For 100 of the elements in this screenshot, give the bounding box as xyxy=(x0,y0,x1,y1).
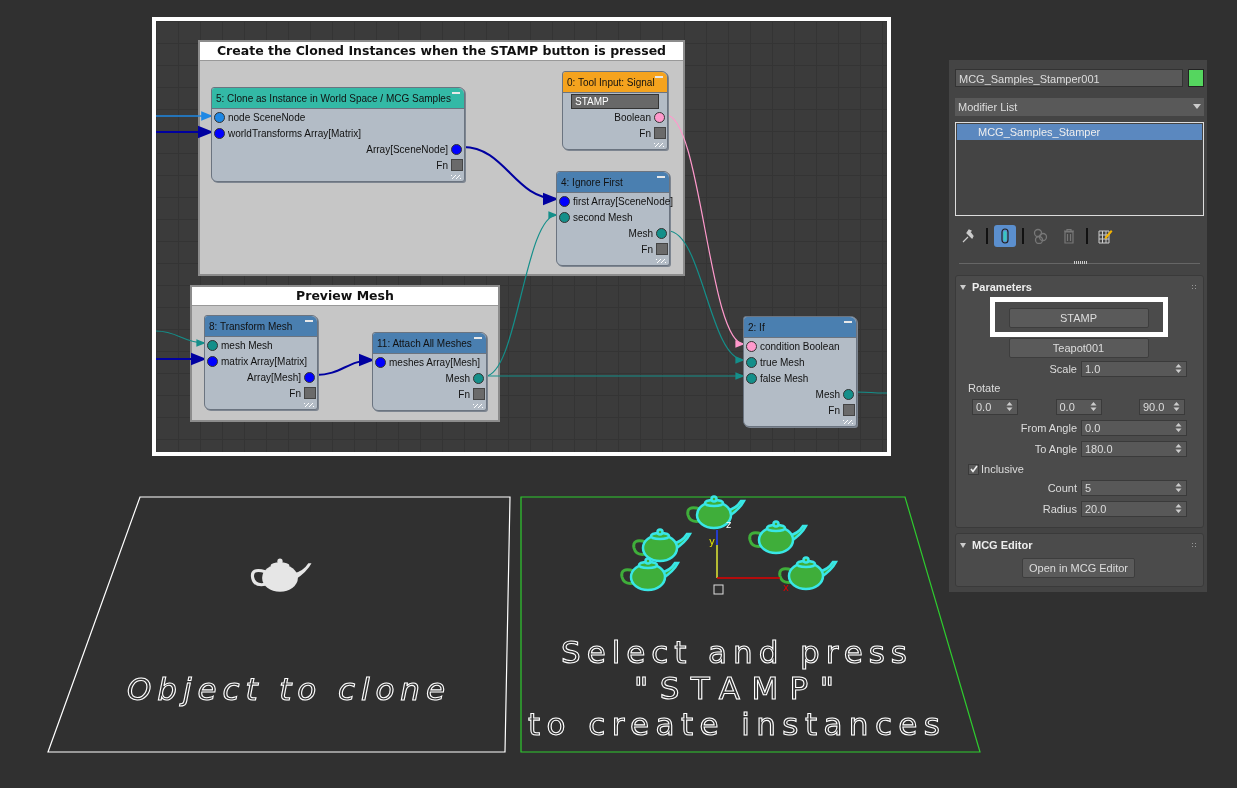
spinner-arrows-icon[interactable] xyxy=(1175,482,1182,493)
spinner-value: 0.0 xyxy=(1059,400,1075,413)
resize-grip-icon[interactable] xyxy=(304,403,314,407)
spinner-field[interactable]: 20.0 xyxy=(1081,500,1187,517)
output-port[interactable] xyxy=(451,143,462,155)
spinner-arrows-icon[interactable] xyxy=(1173,401,1180,412)
rollout-title[interactable]: MCG Editor xyxy=(972,539,1033,551)
port-label: Mesh xyxy=(815,388,840,400)
spinner-field[interactable]: 0.0 xyxy=(1081,419,1187,436)
caret-icon xyxy=(1193,104,1201,110)
graph-node[interactable]: 5: Clone as Instance in World Space / MCG Samples node SceneNode worldTransforms Array[Matrix] Array[SceneNode] Fn xyxy=(211,87,465,182)
graph-node[interactable]: 2: If condition Boolean true Mesh false Mesh Mesh Fn xyxy=(743,316,857,427)
port-label: Fn xyxy=(289,387,301,399)
expand-triangle-icon[interactable] xyxy=(960,542,966,548)
object-picker-button[interactable]: Teapot001 xyxy=(1008,338,1149,358)
spinner-value: 1.0 xyxy=(1085,362,1101,375)
port-label: meshes Array[Mesh] xyxy=(389,356,481,368)
show-end-result-button[interactable] xyxy=(994,225,1016,247)
port-label: true Mesh xyxy=(760,356,805,368)
input-port[interactable] xyxy=(214,111,225,123)
spinner-label: Radius xyxy=(1042,502,1077,515)
spinner-value: 0.0 xyxy=(1085,421,1101,434)
splitter-grip-icon[interactable] xyxy=(1074,261,1088,264)
action-button[interactable]: STAMP xyxy=(1008,308,1149,328)
port-label: condition Boolean xyxy=(760,340,840,352)
spinner-arrows-icon[interactable] xyxy=(1175,422,1182,433)
graph-node[interactable]: 11: Attach All Meshes meshes Array[Mesh] Mesh Fn xyxy=(372,332,487,411)
input-port[interactable] xyxy=(559,195,570,207)
resize-grip-icon[interactable] xyxy=(656,259,666,263)
rollout-title[interactable]: Parameters xyxy=(972,281,1032,293)
node-title: 8: Transform Mesh xyxy=(209,320,293,332)
port-label: Fn xyxy=(458,388,470,400)
node-title: 5: Clone as Instance in World Space / MCG Samples xyxy=(216,92,451,104)
viewport-caption: Object to clone xyxy=(127,671,445,707)
output-port[interactable] xyxy=(843,388,854,400)
output-port[interactable] xyxy=(304,371,315,383)
graph-node[interactable]: 0: Tool Input: Signal STAMP Boolean Fn xyxy=(562,71,668,150)
spinner-value: 20.0 xyxy=(1085,502,1107,515)
output-port[interactable] xyxy=(654,111,665,123)
teapot-drawing[interactable] xyxy=(250,558,312,592)
input-port[interactable] xyxy=(746,340,757,352)
graph-node[interactable]: 8: Transform Mesh mesh Mesh matrix Array[Matrix] Array[Mesh] Fn xyxy=(204,315,318,410)
spinner-arrows-icon[interactable] xyxy=(1175,363,1182,374)
node-title: 0: Tool Input: Signal xyxy=(567,76,655,88)
spinner-arrows-icon[interactable] xyxy=(1006,401,1013,412)
viewport-caption: to create instances xyxy=(528,706,940,742)
port-label: Mesh xyxy=(628,227,653,239)
modifier-item[interactable]: MCG_Samples_Stamper xyxy=(957,124,1202,140)
section-label: Rotate xyxy=(967,381,1002,396)
circles-icon xyxy=(1033,228,1049,244)
axis-gizmo-icon[interactable] xyxy=(713,529,781,595)
input-port[interactable] xyxy=(746,372,757,384)
connection-wire xyxy=(156,352,207,366)
port-label: Array[Mesh] xyxy=(247,371,301,383)
connection-wire xyxy=(156,111,214,121)
spinner-field[interactable]: 180.0 xyxy=(1081,440,1187,457)
input-port[interactable] xyxy=(559,211,570,223)
spinner-field[interactable]: 0.0 xyxy=(1055,398,1102,415)
signal-field[interactable]: STAMP xyxy=(571,94,659,109)
spinner-label: Scale xyxy=(1049,362,1077,375)
node-title: 4: Ignore First xyxy=(561,176,623,188)
checkbox-label: Inclusive xyxy=(981,463,1024,475)
port-label: Fn xyxy=(436,159,448,171)
output-port[interactable] xyxy=(656,227,667,239)
spinner-value: 90.0 xyxy=(1143,400,1165,413)
node-graph-canvas[interactable] xyxy=(152,17,891,456)
resize-grip-icon[interactable] xyxy=(843,420,853,424)
group-title: Preview Mesh xyxy=(192,287,498,306)
spinner-label: Count xyxy=(1047,481,1077,494)
output-port[interactable] xyxy=(473,372,484,384)
input-port[interactable] xyxy=(214,127,225,139)
grid-pencil-icon xyxy=(1097,228,1113,244)
resize-grip-icon[interactable] xyxy=(473,404,483,408)
object-name-field[interactable]: MCG_Samples_Stamper001 xyxy=(955,69,1183,87)
expand-triangle-icon[interactable] xyxy=(960,284,966,290)
viewport-caption: "STAMP" xyxy=(634,670,834,706)
axis-label: y xyxy=(709,536,715,547)
input-port[interactable] xyxy=(207,339,218,351)
spinner-arrows-icon[interactable] xyxy=(1175,503,1182,514)
modifier-list-dropdown[interactable]: Modifier List xyxy=(955,98,1204,116)
spinner-arrows-icon[interactable] xyxy=(1175,443,1182,454)
port-label: Fn xyxy=(828,404,840,416)
port-label: matrix Array[Matrix] xyxy=(221,355,308,367)
action-button[interactable]: Open in MCG Editor xyxy=(1021,558,1135,578)
input-port[interactable] xyxy=(207,355,218,367)
resize-grip-icon[interactable] xyxy=(451,175,461,179)
trash-icon xyxy=(1061,228,1077,244)
resize-grip-icon[interactable] xyxy=(654,143,664,147)
node-title: 2: If xyxy=(748,321,765,333)
spinner-field[interactable]: 1.0 xyxy=(1081,360,1187,377)
checkbox[interactable] xyxy=(968,463,979,475)
spinner-field[interactable]: 5 xyxy=(1081,479,1187,496)
spinner-arrows-icon[interactable] xyxy=(1089,401,1097,412)
spinner-field[interactable]: 90.0 xyxy=(1139,398,1185,415)
object-color-swatch[interactable] xyxy=(1188,69,1204,87)
input-port[interactable] xyxy=(375,356,386,368)
input-port[interactable] xyxy=(746,356,757,368)
teapots-drawing[interactable] xyxy=(620,495,838,592)
spinner-field[interactable]: 0.0 xyxy=(972,398,1018,415)
port-label: false Mesh xyxy=(760,372,809,384)
